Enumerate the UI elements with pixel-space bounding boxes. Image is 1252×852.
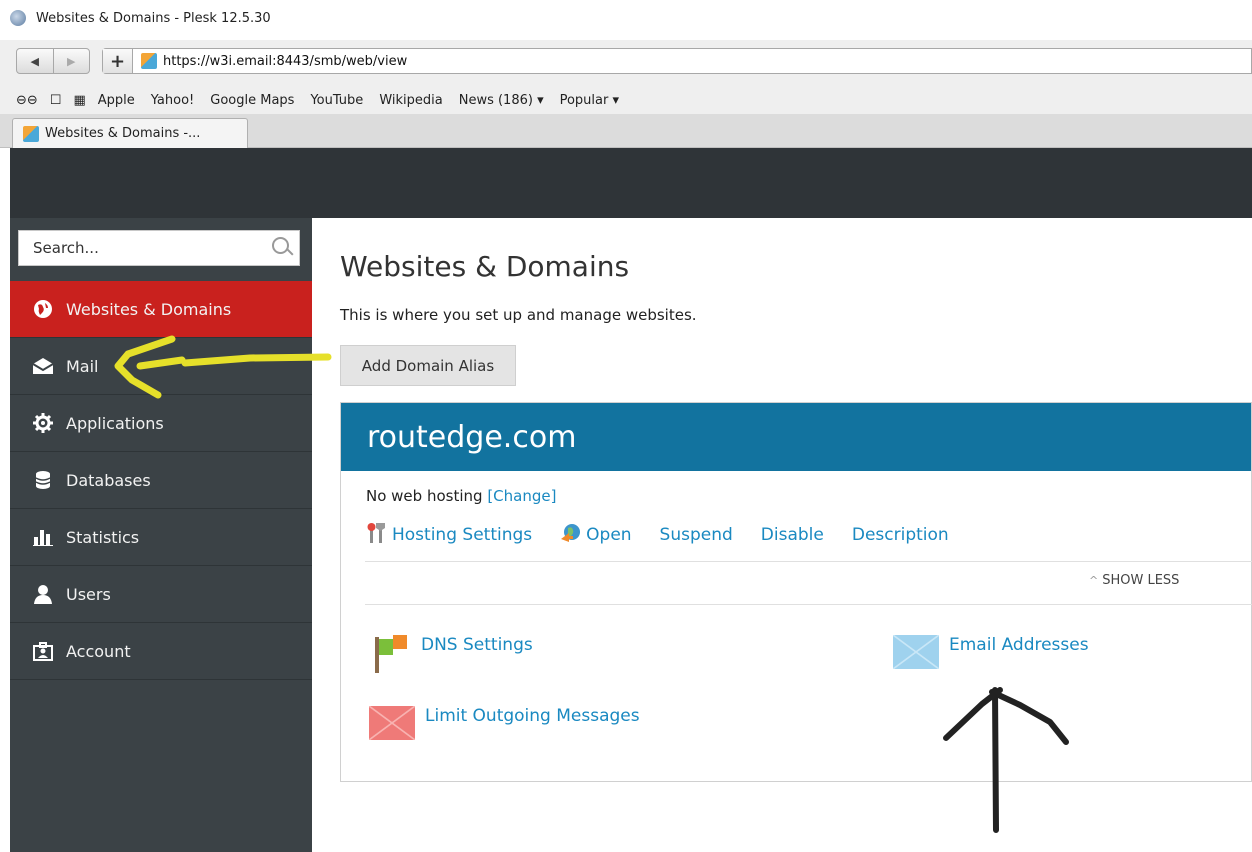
- user-icon: [32, 583, 54, 605]
- domain-header: routedge.com: [341, 403, 1251, 471]
- browser-tab[interactable]: Websites & Domains -...: [12, 118, 248, 148]
- browser-app-icon: [10, 10, 26, 26]
- site-favicon-icon: [141, 53, 157, 69]
- page-title: Websites & Domains: [340, 250, 630, 283]
- divider: [365, 604, 1252, 605]
- outgoing-mail-envelope-icon: [369, 706, 415, 740]
- show-less-toggle[interactable]: ^ SHOW LESS: [1089, 573, 1179, 588]
- bookmark-wikipedia[interactable]: Wikipedia: [379, 93, 442, 108]
- database-icon: [32, 469, 54, 491]
- sidebar-item-label: Applications: [66, 413, 164, 433]
- sidebar-item-databases[interactable]: Databases: [10, 452, 312, 509]
- sidebar-item-mail[interactable]: Mail: [10, 338, 312, 395]
- domain-card: routedge.com No web hosting [Change] Hos…: [340, 402, 1252, 782]
- open-globe-icon: [560, 523, 582, 547]
- bookmark-apple[interactable]: Apple: [98, 93, 135, 108]
- bookmark-popular[interactable]: Popular ▾: [560, 93, 619, 108]
- description-link[interactable]: Description: [852, 525, 949, 545]
- disable-link[interactable]: Disable: [761, 525, 824, 545]
- dns-flag-icon: [369, 631, 411, 675]
- hosting-settings-label: Hosting Settings: [392, 525, 533, 545]
- dns-settings-label: DNS Settings: [421, 635, 533, 655]
- nav-buttons: ◀ ▶: [16, 48, 90, 74]
- domain-name[interactable]: routedge.com: [367, 420, 576, 455]
- tools-icon: [366, 523, 388, 547]
- sidebar-item-label: Databases: [66, 470, 151, 490]
- email-addresses-tool[interactable]: Email Addresses: [893, 635, 1089, 669]
- window-title: Websites & Domains - Plesk 12.5.30: [36, 10, 271, 26]
- email-envelope-icon: [893, 635, 939, 669]
- sidebar-item-label: Mail: [66, 356, 99, 376]
- divider: [365, 561, 1252, 562]
- open-label: Open: [586, 525, 632, 545]
- sidebar-item-label: Websites & Domains: [66, 299, 232, 319]
- add-domain-alias-button[interactable]: Add Domain Alias: [340, 345, 516, 386]
- globe-icon: [32, 298, 54, 320]
- bar-chart-icon: [32, 526, 54, 548]
- top-sites-grid-icon[interactable]: ▦: [73, 93, 85, 108]
- sidebar-item-websites-domains[interactable]: Websites & Domains: [10, 281, 312, 338]
- sidebar-item-label: Account: [66, 641, 131, 661]
- gear-icon: [32, 412, 54, 434]
- bookmarks-bar: ⊖⊖ ☐ ▦ Apple Yahoo! Google Maps YouTube …: [0, 86, 1252, 114]
- reading-list-icon[interactable]: ⊖⊖: [16, 93, 38, 108]
- forward-button[interactable]: ▶: [52, 49, 90, 73]
- suspend-link[interactable]: Suspend: [660, 525, 733, 545]
- tab-title: Websites & Domains -...: [45, 126, 201, 141]
- browser-navbar: ◀ ▶ + https://w3i.email:8443/smb/web/vie…: [0, 40, 1252, 86]
- plesk-header: [10, 148, 1252, 218]
- back-button[interactable]: ◀: [17, 49, 53, 73]
- sidebar-menu: Websites & Domains Mail Applications Dat…: [10, 281, 312, 680]
- mail-icon: [32, 355, 54, 377]
- sidebar: Search... Websites & Domains Mail Applic…: [10, 218, 312, 852]
- show-less-label: SHOW LESS: [1102, 573, 1180, 588]
- new-tab-plus-icon[interactable]: +: [103, 49, 133, 73]
- search-placeholder: Search...: [33, 239, 99, 257]
- account-icon: [32, 640, 54, 662]
- tab-favicon-icon: [23, 125, 39, 142]
- dns-settings-tool[interactable]: DNS Settings: [369, 631, 533, 675]
- bookmark-news[interactable]: News (186) ▾: [459, 93, 544, 108]
- limit-outgoing-messages-tool[interactable]: Limit Outgoing Messages: [369, 706, 640, 740]
- search-icon[interactable]: [265, 231, 299, 265]
- bookmark-yahoo[interactable]: Yahoo!: [151, 93, 194, 108]
- sidebar-item-label: Users: [66, 584, 111, 604]
- sidebar-item-statistics[interactable]: Statistics: [10, 509, 312, 566]
- hosting-status-text: No web hosting: [366, 487, 483, 505]
- page-description: This is where you set up and manage webs…: [340, 306, 697, 324]
- sidebar-item-account[interactable]: Account: [10, 623, 312, 680]
- url-text[interactable]: https://w3i.email:8443/smb/web/view: [163, 54, 407, 69]
- address-bar[interactable]: + https://w3i.email:8443/smb/web/view: [102, 48, 1252, 74]
- chevron-up-icon: ^: [1089, 574, 1099, 587]
- bookmarks-book-icon[interactable]: ☐: [50, 93, 62, 108]
- domain-actions: Hosting Settings Open Suspend Disable De…: [366, 523, 977, 547]
- hosting-settings-link[interactable]: Hosting Settings: [366, 523, 532, 547]
- tab-strip: Websites & Domains -...: [0, 114, 1252, 148]
- limit-outgoing-label: Limit Outgoing Messages: [425, 706, 640, 726]
- email-addresses-label: Email Addresses: [949, 635, 1089, 655]
- open-link[interactable]: Open: [560, 523, 632, 547]
- hosting-status: No web hosting [Change]: [366, 487, 556, 505]
- bookmark-youtube[interactable]: YouTube: [310, 93, 363, 108]
- change-hosting-link[interactable]: [Change]: [487, 487, 556, 505]
- search-input[interactable]: Search...: [18, 230, 300, 266]
- sidebar-item-label: Statistics: [66, 527, 140, 547]
- bookmark-google-maps[interactable]: Google Maps: [210, 93, 294, 108]
- sidebar-item-applications[interactable]: Applications: [10, 395, 312, 452]
- sidebar-item-users[interactable]: Users: [10, 566, 312, 623]
- window-titlebar: Websites & Domains - Plesk 12.5.30: [0, 0, 1252, 36]
